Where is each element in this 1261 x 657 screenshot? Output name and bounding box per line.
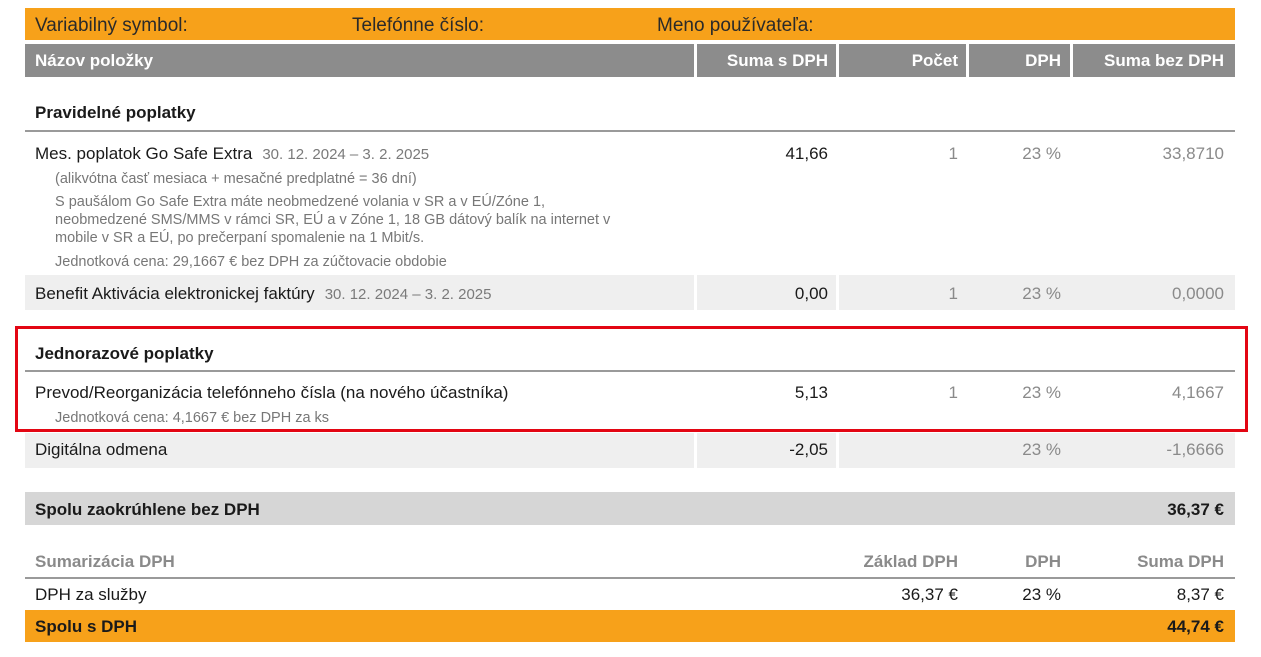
- item-note: neobmedzené SMS/MMS v rámci SR, EÚ a v Z…: [55, 212, 611, 228]
- vat-summary-title: Sumarizácia DPH: [35, 552, 175, 571]
- item-sum-without-vat: 4,1667: [1172, 383, 1224, 402]
- total-without-vat-bar: Spolu zaokrúhlene bez DPH 36,37 €: [25, 492, 1235, 525]
- item-name-text: Mes. poplatok Go Safe Extra: [35, 144, 253, 163]
- item-count: 1: [948, 383, 958, 402]
- variable-symbol-label: Variabilný symbol:: [35, 15, 188, 36]
- row-divider: [836, 275, 839, 310]
- line-item-name: Mes. poplatok Go Safe Extra 30. 12. 2024 …: [35, 144, 429, 164]
- item-note: Jednotková cena: 4,1667 € bez DPH za ks: [55, 410, 330, 426]
- header-divider: [966, 44, 969, 77]
- item-vat: 23 %: [1022, 440, 1061, 459]
- col-sum-with-vat: Suma s DPH: [726, 51, 828, 70]
- item-sum-with-vat: 0,00: [794, 284, 828, 303]
- col-vat: DPH: [1025, 51, 1061, 70]
- total-with-vat-label: Spolu s DPH: [35, 617, 138, 636]
- item-period: 30. 12. 2024 – 3. 2. 2025: [324, 286, 492, 303]
- line-item-name: Digitálna odmena: [35, 440, 168, 459]
- item-sum-with-vat: -2,05: [789, 440, 828, 459]
- vat-summary-row-label: DPH za služby: [35, 585, 147, 604]
- vat-summary-col-sum: Suma DPH: [1137, 552, 1224, 571]
- total-with-vat-bar: Spolu s DPH 44,74 €: [25, 610, 1235, 642]
- total-without-vat-value: 36,37 €: [1167, 500, 1224, 519]
- item-name-text: Benefit Aktivácia elektronickej faktúry: [35, 284, 315, 303]
- col-count: Počet: [911, 51, 958, 70]
- section-rule: [25, 130, 1235, 132]
- section-title-regular: Pravidelné poplatky: [35, 103, 196, 122]
- vat-summary-col-base: Základ DPH: [863, 552, 958, 571]
- vat-summary-row-vat: 23 %: [1022, 585, 1061, 604]
- item-note: mobile v SR a EÚ, po prečerpaní spomalen…: [55, 230, 425, 246]
- item-sum-with-vat: 5,13: [794, 383, 828, 402]
- header-divider: [1070, 44, 1073, 77]
- invoice-info-bar: Variabilný symbol: Telefónne číslo: Meno…: [25, 8, 1235, 40]
- item-vat: 23 %: [1022, 144, 1061, 163]
- vat-summary-col-vat: DPH: [1025, 552, 1061, 571]
- table-header: Názov položky Suma s DPH Počet DPH Suma …: [25, 44, 1235, 77]
- row-divider: [836, 433, 839, 468]
- line-item-name: Prevod/Reorganizácia telefónneho čísla (…: [35, 383, 509, 402]
- section-title-onetime: Jednorazové poplatky: [35, 344, 214, 363]
- header-divider: [694, 44, 697, 77]
- user-name-label: Meno používateľa:: [657, 15, 814, 36]
- item-sum-without-vat: 0,0000: [1172, 284, 1224, 303]
- section-rule: [25, 577, 1235, 579]
- phone-number-label: Telefónne číslo:: [352, 15, 485, 36]
- section-rule: [25, 370, 1235, 372]
- col-item-name: Názov položky: [35, 51, 154, 70]
- item-count: 1: [948, 144, 958, 163]
- item-count: 1: [948, 284, 958, 303]
- item-note: S paušálom Go Safe Extra máte neobmedzen…: [55, 194, 546, 210]
- item-note: (alikvótna časť mesiaca + mesačné predpl…: [55, 171, 417, 187]
- vat-summary-row-base: 36,37 €: [901, 585, 958, 604]
- total-without-vat-label: Spolu zaokrúhlene bez DPH: [35, 500, 260, 519]
- col-sum-without-vat: Suma bez DPH: [1104, 51, 1224, 70]
- line-item-name: Benefit Aktivácia elektronickej faktúry 3…: [35, 284, 492, 304]
- item-sum-without-vat: -1,6666: [1166, 440, 1224, 459]
- total-with-vat-value: 44,74 €: [1167, 617, 1224, 636]
- item-note: Jednotková cena: 29,1667 € bez DPH za zú…: [55, 254, 447, 270]
- item-vat: 23 %: [1022, 383, 1061, 402]
- item-vat: 23 %: [1022, 284, 1061, 303]
- vat-summary-row-sum: 8,37 €: [1176, 585, 1224, 604]
- header-divider: [836, 44, 839, 77]
- item-sum-with-vat: 41,66: [785, 144, 828, 163]
- item-sum-without-vat: 33,8710: [1162, 144, 1224, 163]
- row-divider: [694, 433, 697, 468]
- row-divider: [694, 275, 697, 310]
- item-period: 30. 12. 2024 – 3. 2. 2025: [262, 146, 430, 163]
